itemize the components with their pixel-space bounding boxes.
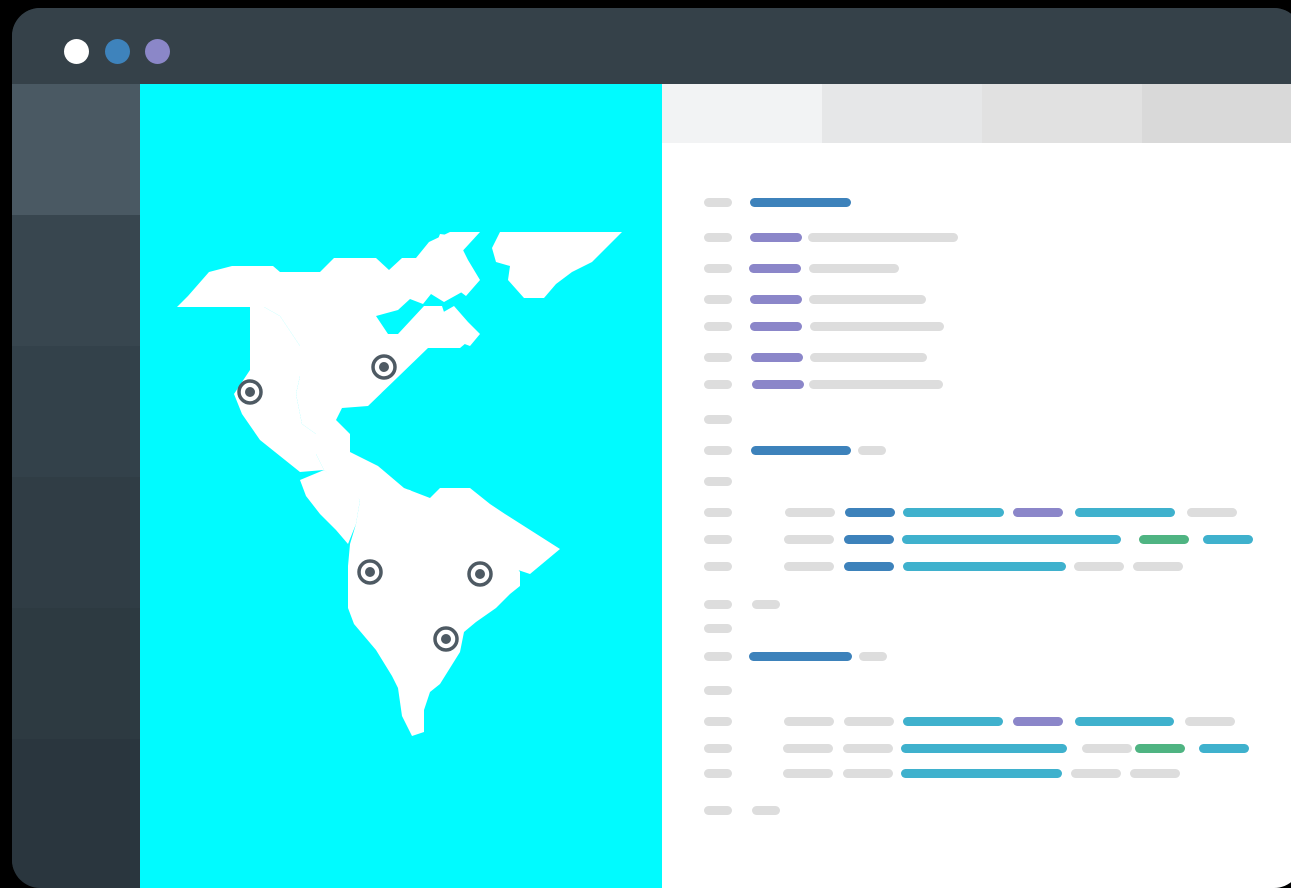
code-token xyxy=(901,769,1062,778)
map-panel xyxy=(140,84,662,888)
code-token xyxy=(1139,535,1189,544)
line-number xyxy=(704,233,732,242)
sidebar-item-2[interactable] xyxy=(12,215,140,346)
line-number xyxy=(704,477,732,486)
code-token xyxy=(1075,508,1175,517)
line-number xyxy=(704,717,732,726)
code-area[interactable] xyxy=(662,143,1291,888)
line-number xyxy=(704,744,732,753)
sidebar-item-5[interactable] xyxy=(12,608,140,739)
code-token xyxy=(785,508,835,517)
line-number xyxy=(704,353,732,362)
code-editor xyxy=(662,84,1291,888)
code-token xyxy=(752,806,780,815)
code-token xyxy=(902,535,1121,544)
code-token xyxy=(809,380,943,389)
code-token xyxy=(1133,562,1183,571)
sidebar-item-1[interactable] xyxy=(12,84,140,215)
code-token xyxy=(750,295,802,304)
code-token xyxy=(901,744,1067,753)
line-number xyxy=(704,415,732,424)
code-token xyxy=(808,233,958,242)
code-token xyxy=(903,562,1066,571)
code-token xyxy=(1082,744,1132,753)
minimize-button[interactable] xyxy=(105,39,130,64)
code-token xyxy=(1074,562,1124,571)
line-number xyxy=(704,535,732,544)
code-token xyxy=(750,233,802,242)
sidebar xyxy=(12,84,140,888)
code-token xyxy=(809,264,899,273)
code-token xyxy=(1071,769,1121,778)
code-token xyxy=(784,717,834,726)
line-number xyxy=(704,322,732,331)
code-token xyxy=(1013,717,1063,726)
line-number xyxy=(704,295,732,304)
code-token xyxy=(845,508,895,517)
code-token xyxy=(809,295,926,304)
code-token xyxy=(903,717,1003,726)
code-token xyxy=(1130,769,1180,778)
code-token xyxy=(1013,508,1063,517)
world-map xyxy=(177,232,622,736)
code-token xyxy=(751,353,803,362)
code-token xyxy=(1199,744,1249,753)
code-token xyxy=(859,652,887,661)
code-token xyxy=(749,652,852,661)
sidebar-item-4[interactable] xyxy=(12,477,140,608)
code-token xyxy=(750,322,802,331)
code-token xyxy=(1187,508,1237,517)
code-token xyxy=(858,446,886,455)
code-token xyxy=(750,198,851,207)
title-bar xyxy=(12,8,1291,84)
code-token xyxy=(752,600,780,609)
code-token xyxy=(1075,717,1174,726)
code-token xyxy=(844,562,894,571)
code-token xyxy=(783,769,833,778)
code-token xyxy=(810,322,944,331)
americas-landmass xyxy=(177,232,622,736)
editor-tabs xyxy=(662,84,1291,143)
code-token xyxy=(1203,535,1253,544)
line-number xyxy=(704,686,732,695)
code-token xyxy=(810,353,927,362)
code-token xyxy=(752,380,804,389)
line-number xyxy=(704,380,732,389)
greenland-shape xyxy=(492,232,622,298)
code-token xyxy=(784,535,834,544)
sidebar-item-3[interactable] xyxy=(12,346,140,477)
code-token xyxy=(1185,717,1235,726)
code-token xyxy=(903,508,1004,517)
code-token xyxy=(843,769,893,778)
editor-tab-1[interactable] xyxy=(662,84,822,143)
code-token xyxy=(784,562,834,571)
line-number xyxy=(704,264,732,273)
code-token xyxy=(844,717,894,726)
sidebar-item-6[interactable] xyxy=(12,739,140,870)
line-number xyxy=(704,198,732,207)
line-number xyxy=(704,446,732,455)
editor-tab-3[interactable] xyxy=(982,84,1142,143)
line-number xyxy=(704,624,732,633)
code-token xyxy=(843,744,893,753)
line-number xyxy=(704,508,732,517)
close-button[interactable] xyxy=(64,39,89,64)
code-token xyxy=(751,446,851,455)
line-number xyxy=(704,562,732,571)
line-number xyxy=(704,652,732,661)
maximize-button[interactable] xyxy=(145,39,170,64)
line-number xyxy=(704,806,732,815)
line-number xyxy=(704,600,732,609)
editor-tab-2[interactable] xyxy=(822,84,982,143)
line-number xyxy=(704,769,732,778)
code-token xyxy=(1135,744,1185,753)
code-token xyxy=(844,535,894,544)
app-window xyxy=(12,8,1291,888)
editor-tab-4[interactable] xyxy=(1142,84,1291,143)
code-token xyxy=(749,264,801,273)
code-token xyxy=(783,744,833,753)
